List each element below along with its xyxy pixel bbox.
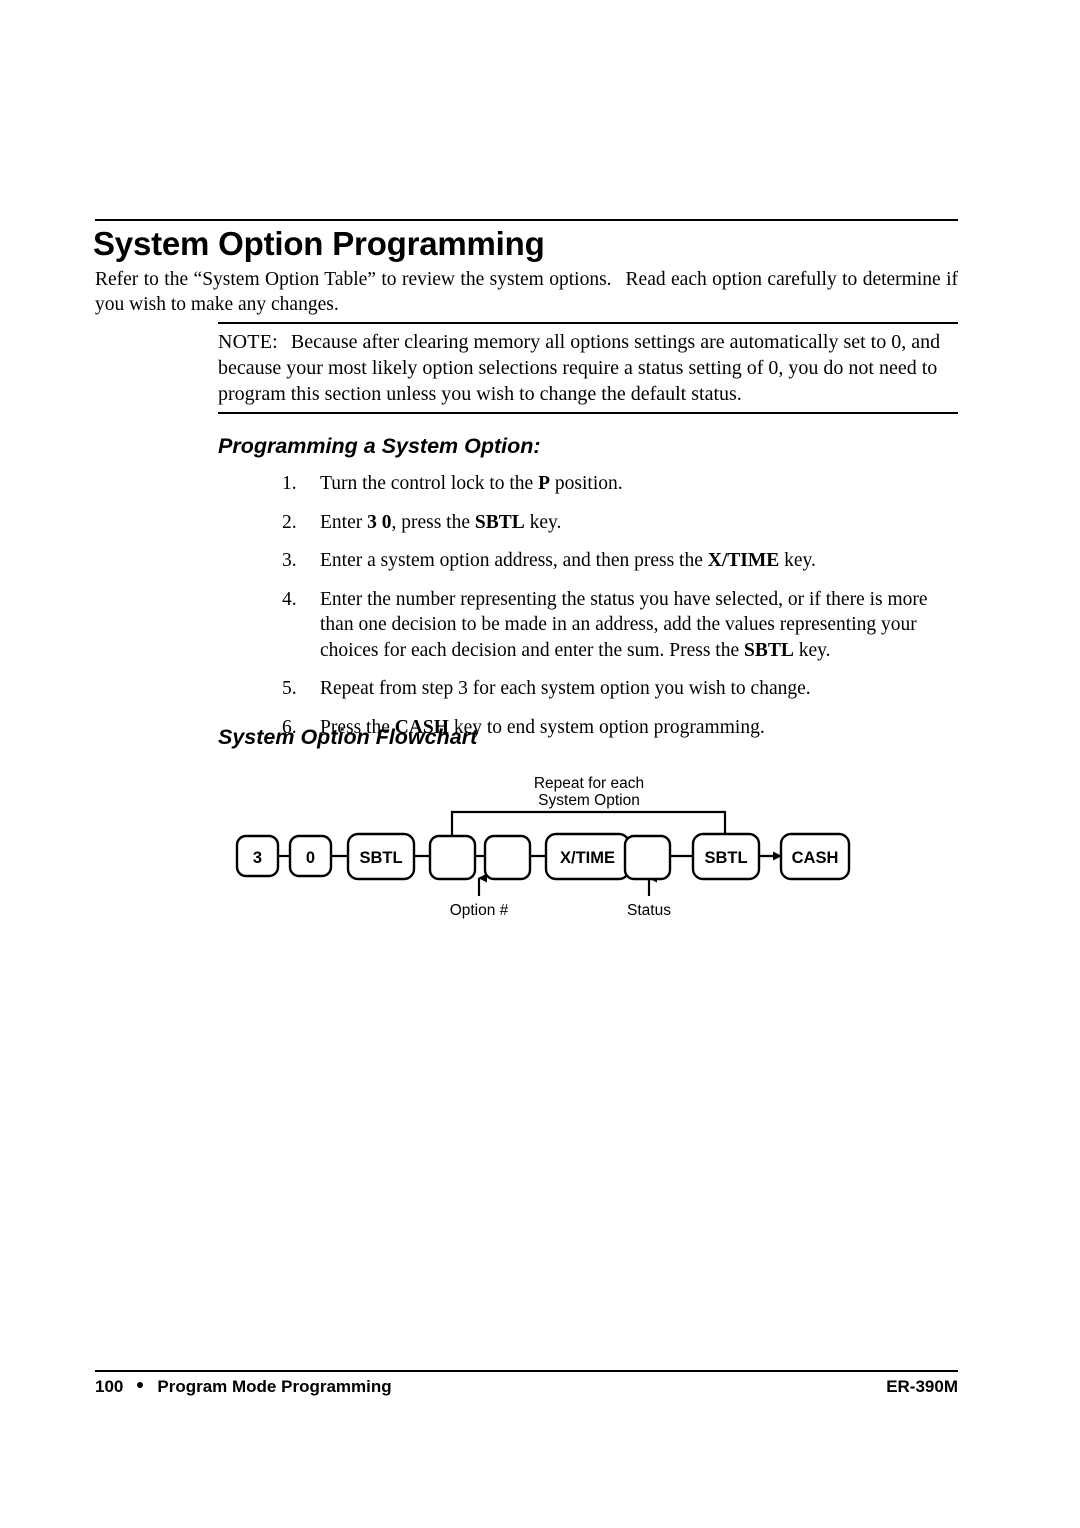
step-text-fragment: Enter [320, 511, 368, 533]
step-number: 3. [282, 550, 297, 571]
step-keyword: 3 0 [367, 511, 392, 533]
step-text-fragment: Repeat from step 3 for each system optio… [320, 678, 811, 699]
programming-steps-list: 1. Turn the control lock to the P positio… [282, 471, 958, 753]
step-text-fragment: key to end system option programming. [448, 716, 765, 738]
status-label: Status [627, 902, 671, 919]
flow-box-entry-option-digit-2 [483, 834, 532, 881]
flow-box-label: SBTL [704, 849, 747, 867]
step-text-fragment: key. [779, 550, 816, 571]
footer-model-name: ER-390M [886, 1377, 958, 1396]
title-divider [95, 219, 958, 221]
loop-label-line-1: Repeat for each [534, 775, 644, 792]
step-keyword: SBTL [743, 639, 794, 661]
loop-label-line-2: System Option [538, 792, 640, 809]
section-heading-flowchart: System Option Flowchart [218, 725, 478, 749]
step-text: Enter 3 0, press the SBTL key. [320, 510, 958, 536]
programming-step: 3. Enter a system option address, and the… [282, 548, 958, 574]
step-keyword: P [538, 473, 551, 494]
programming-step: 2. Enter 3 0, press the SBTL key. [282, 510, 958, 536]
footer-section-name: Program Mode Programming [157, 1377, 392, 1396]
flow-box-key-sbtl-first: SBTL [346, 832, 416, 881]
step-text-fragment: position. [550, 473, 623, 494]
page-title: System Option Programming [93, 225, 545, 262]
step-number: 4. [282, 588, 297, 610]
flow-box-key-0: 0 [288, 834, 333, 878]
flow-box-label: X/TIME [560, 849, 615, 867]
intro-sentence-1: Refer to the “System Option Table” to re… [95, 269, 612, 290]
flow-box-label: 3 [253, 849, 262, 867]
flow-box-key-sbtl-second: SBTL [691, 832, 761, 881]
page-footer: 100 Program Mode Programming ER-390M [95, 1377, 958, 1397]
step-text: Enter a system option address, and then … [320, 548, 958, 574]
flow-box-label: 0 [306, 849, 315, 867]
step-text: Repeat from step 3 for each system optio… [320, 676, 958, 702]
step-text-fragment: Enter a system option address, and then … [320, 550, 708, 571]
note-callout: NOTE: Because after clearing memory all o… [218, 322, 958, 414]
step-number: 1. [282, 473, 297, 494]
flow-box-label: SBTL [359, 849, 402, 867]
footer-page-number: 100 [95, 1377, 124, 1396]
footer-divider [95, 1370, 958, 1372]
step-text-fragment: Enter the number representing the status… [320, 588, 928, 661]
step-text: Enter the number representing the status… [320, 587, 958, 664]
step-text: Turn the control lock to the P position. [320, 471, 958, 497]
programming-step: 1. Turn the control lock to the P positio… [282, 471, 958, 497]
note-label: NOTE: [218, 331, 278, 353]
note-body: Because after clearing memory all option… [218, 331, 941, 405]
step-keyword: SBTL [474, 511, 525, 533]
bullet-icon [137, 1382, 144, 1388]
option-number-label: Option # [450, 902, 509, 919]
flow-box-entry-option-digit-1 [428, 834, 477, 881]
flow-box-key-3: 3 [235, 834, 280, 878]
step-keyword: X/TIME [707, 550, 780, 571]
flow-box-entry-status [623, 834, 672, 881]
step-text-fragment: Turn the control lock to the [320, 473, 539, 494]
programming-step: 4. Enter the number representing the stat… [282, 587, 958, 664]
flow-box-key-cash: CASH [779, 832, 851, 881]
programming-step: 5. Repeat from step 3 for each system opt… [282, 676, 958, 702]
step-number: 2. [282, 511, 297, 533]
document-page: System Option Programming Refer to the “… [0, 0, 1080, 1528]
system-option-flowchart: Repeat for each System Option Option # S… [0, 760, 1080, 935]
step-text-fragment: , press the [391, 511, 475, 533]
flow-box-key-xtime: X/TIME [544, 832, 631, 881]
flow-box-label: CASH [792, 849, 839, 867]
section-heading-programming: Programming a System Option: [218, 434, 541, 458]
step-number: 5. [282, 678, 297, 699]
intro-paragraph: Refer to the “System Option Table” to re… [95, 267, 958, 317]
step-text-fragment: key. [524, 511, 562, 533]
step-text-fragment: key. [793, 639, 831, 661]
